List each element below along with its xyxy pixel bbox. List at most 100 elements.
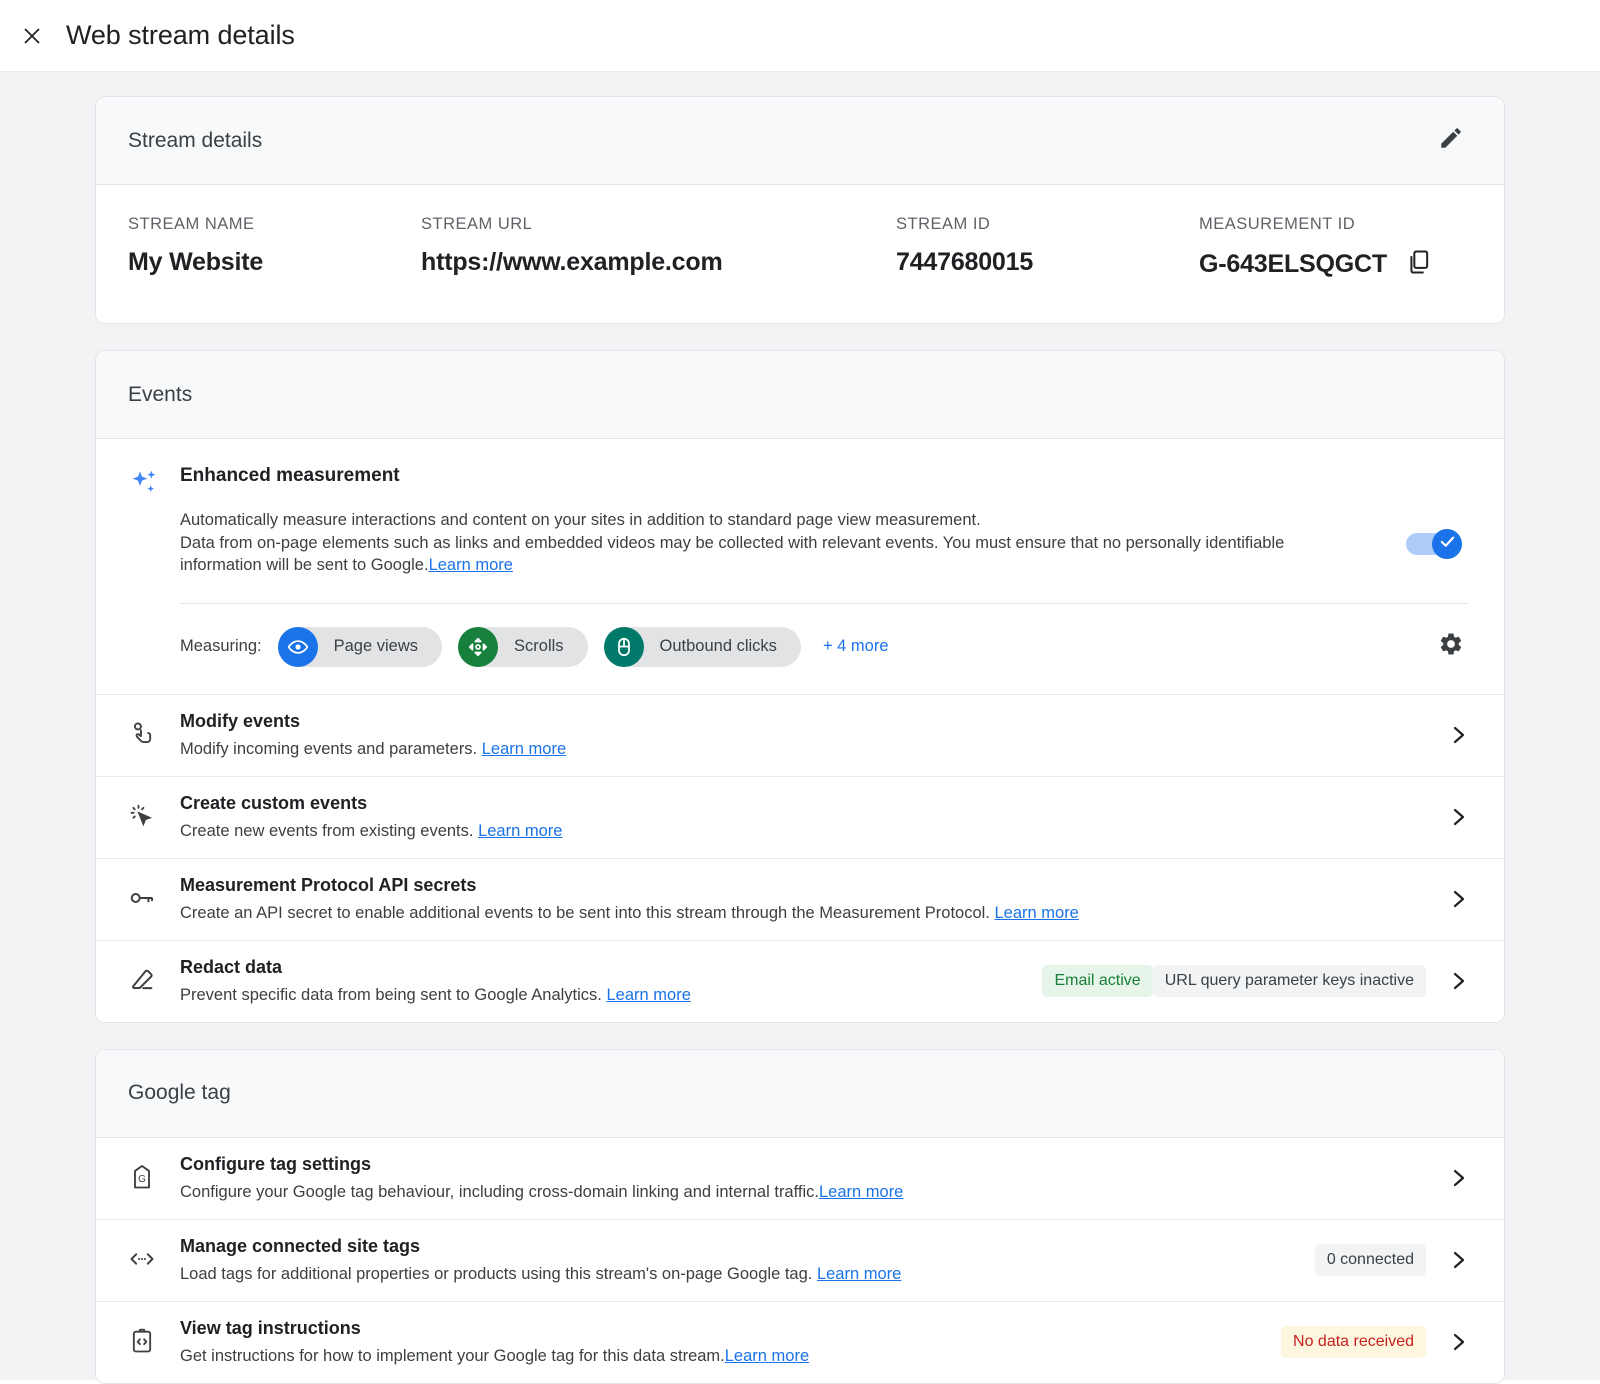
google-tag-card: Google tag G Configure tag settings Conf…	[95, 1049, 1505, 1384]
chip-scrolls[interactable]: Scrolls	[458, 627, 588, 667]
measuring-more-link[interactable]: + 4 more	[823, 637, 889, 656]
stream-details-header: Stream details	[96, 97, 1504, 185]
stream-name-value: My Website	[128, 248, 421, 277]
stream-name-label: STREAM NAME	[128, 215, 421, 234]
code-clipboard-icon	[128, 1324, 180, 1360]
chip-outbound-clicks-label: Outbound clicks	[660, 637, 777, 656]
row-configure-tag-settings-title: Configure tag settings	[180, 1154, 1440, 1175]
enhanced-measurement-settings-button[interactable]	[1430, 626, 1472, 668]
stream-field-measurement-id: MEASUREMENT ID G-643ELSQGCT	[1199, 215, 1472, 281]
row-redact-data-learn-more[interactable]: Learn more	[607, 986, 691, 1004]
code-dots-icon	[128, 1242, 180, 1278]
page-body: Stream details STREAM NAME My Website ST…	[0, 72, 1600, 1380]
stream-id-label: STREAM ID	[896, 215, 1199, 234]
chip-page-views[interactable]: Page views	[278, 627, 442, 667]
row-view-tag-instructions[interactable]: View tag instructions Get instructions f…	[96, 1301, 1504, 1383]
scroll-icon	[458, 627, 498, 667]
click-cursor-icon	[128, 799, 180, 835]
chevron-right-icon[interactable]	[1440, 723, 1476, 747]
row-view-tag-instructions-learn-more[interactable]: Learn more	[725, 1347, 809, 1365]
chip-page-views-label: Page views	[334, 637, 418, 656]
tap-gesture-icon	[128, 717, 180, 753]
row-view-tag-instructions-badges: No data received	[1281, 1326, 1426, 1358]
row-modify-events[interactable]: Modify events Modify incoming events and…	[96, 694, 1504, 776]
em-learn-more-link[interactable]: Learn more	[429, 556, 513, 574]
edit-stream-button[interactable]	[1430, 120, 1472, 162]
copy-measurement-id-button[interactable]	[1405, 248, 1433, 281]
row-redact-data-title: Redact data	[180, 957, 1042, 978]
row-create-custom-events[interactable]: Create custom events Create new events f…	[96, 776, 1504, 858]
key-icon	[128, 881, 180, 917]
eraser-icon	[128, 963, 180, 999]
row-redact-data-badges: Email active URL query parameter keys in…	[1042, 965, 1426, 997]
copy-icon	[1405, 248, 1433, 281]
events-card: Events Enhanced measurement Automaticall…	[95, 350, 1505, 1023]
row-manage-connected-site-tags-learn-more[interactable]: Learn more	[817, 1265, 901, 1283]
measuring-label: Measuring:	[180, 637, 262, 656]
svg-text:G: G	[138, 1174, 146, 1185]
google-tag-header: Google tag	[96, 1050, 1504, 1138]
status-badge-no-data-received: No data received	[1281, 1326, 1426, 1358]
row-manage-connected-site-tags-title: Manage connected site tags	[180, 1236, 1315, 1257]
measurement-id-label: MEASUREMENT ID	[1199, 215, 1472, 234]
row-redact-data-desc: Prevent specific data from being sent to…	[180, 985, 1042, 1006]
row-configure-tag-settings[interactable]: G Configure tag settings Configure your …	[96, 1138, 1504, 1219]
row-measurement-protocol-learn-more[interactable]: Learn more	[994, 904, 1078, 922]
row-modify-events-title: Modify events	[180, 711, 1440, 732]
measurement-id-value: G-643ELSQGCT	[1199, 250, 1387, 279]
row-create-custom-events-desc: Create new events from existing events. …	[180, 821, 1440, 842]
row-measurement-protocol-title: Measurement Protocol API secrets	[180, 875, 1440, 896]
stream-field-stream-name: STREAM NAME My Website	[128, 215, 421, 281]
row-configure-tag-settings-learn-more[interactable]: Learn more	[819, 1183, 903, 1201]
eye-icon	[278, 627, 318, 667]
events-header: Events	[96, 351, 1504, 439]
pencil-icon	[1438, 125, 1464, 156]
stream-url-label: STREAM URL	[421, 215, 896, 234]
close-button[interactable]	[10, 14, 54, 58]
row-create-custom-events-learn-more[interactable]: Learn more	[478, 822, 562, 840]
status-badge-connected-count: 0 connected	[1315, 1244, 1426, 1276]
chevron-right-icon[interactable]	[1440, 969, 1476, 993]
row-redact-data[interactable]: Redact data Prevent specific data from b…	[96, 940, 1504, 1022]
row-manage-connected-site-tags[interactable]: Manage connected site tags Load tags for…	[96, 1219, 1504, 1301]
enhanced-measurement-block: Enhanced measurement Automatically measu…	[96, 439, 1504, 604]
chevron-right-icon[interactable]	[1440, 1166, 1476, 1190]
stream-field-stream-url: STREAM URL https://www.example.com	[421, 215, 896, 281]
stream-field-stream-id: STREAM ID 7447680015	[896, 215, 1199, 281]
chevron-right-icon[interactable]	[1440, 1330, 1476, 1354]
page-title: Web stream details	[66, 20, 295, 51]
check-icon	[1439, 533, 1456, 555]
stream-details-grid: STREAM NAME My Website STREAM URL https:…	[96, 185, 1504, 323]
stream-details-card: Stream details STREAM NAME My Website ST…	[95, 96, 1505, 324]
close-icon	[20, 24, 44, 48]
row-view-tag-instructions-desc: Get instructions for how to implement yo…	[180, 1346, 1281, 1367]
enhanced-measurement-title: Enhanced measurement	[180, 465, 1468, 487]
status-badge-email-active: Email active	[1042, 965, 1152, 997]
row-modify-events-desc: Modify incoming events and parameters. L…	[180, 739, 1440, 760]
google-tag-title: Google tag	[128, 1081, 231, 1105]
toggle-knob	[1432, 529, 1462, 559]
row-configure-tag-settings-desc: Configure your Google tag behaviour, inc…	[180, 1182, 1440, 1203]
measuring-row: Measuring: Page views	[96, 604, 1504, 694]
stream-details-title: Stream details	[128, 129, 262, 153]
row-modify-events-learn-more[interactable]: Learn more	[482, 740, 566, 758]
em-desc-line1: Automatically measure interactions and c…	[180, 511, 981, 529]
enhanced-measurement-divider	[180, 603, 1468, 604]
chip-outbound-clicks[interactable]: Outbound clicks	[604, 627, 801, 667]
chevron-right-icon[interactable]	[1440, 805, 1476, 829]
row-create-custom-events-title: Create custom events	[180, 793, 1440, 814]
row-measurement-protocol-desc: Create an API secret to enable additiona…	[180, 903, 1440, 924]
chevron-right-icon[interactable]	[1440, 1248, 1476, 1272]
google-tag-icon: G	[128, 1160, 180, 1196]
stream-id-value: 7447680015	[896, 248, 1199, 277]
mouse-icon	[604, 627, 644, 667]
enhanced-measurement-toggle[interactable]	[1406, 529, 1462, 559]
em-desc-line2: Data from on-page elements such as links…	[180, 534, 1284, 575]
stream-url-value: https://www.example.com	[421, 248, 896, 277]
topbar: Web stream details	[0, 0, 1600, 72]
row-measurement-protocol-api-secrets[interactable]: Measurement Protocol API secrets Create …	[96, 858, 1504, 940]
chevron-right-icon[interactable]	[1440, 887, 1476, 911]
chip-scrolls-label: Scrolls	[514, 637, 564, 656]
sparkle-icon	[128, 465, 180, 604]
row-view-tag-instructions-title: View tag instructions	[180, 1318, 1281, 1339]
